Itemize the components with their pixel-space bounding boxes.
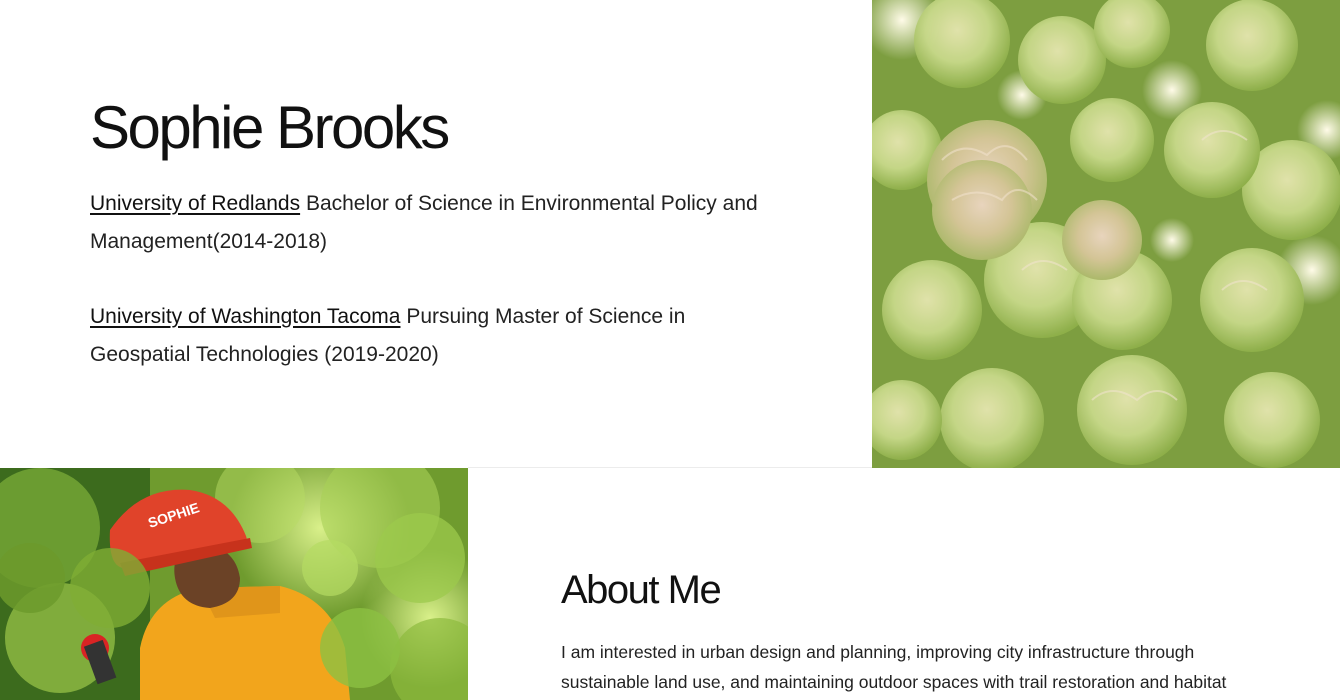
about-me-text: I am interested in urban design and plan…	[561, 642, 1227, 692]
education-entry: University of Redlands Bachelor of Scien…	[90, 185, 790, 261]
about-me-heading: About Me	[561, 568, 722, 612]
hero-section: Sophie Brooks University of Redlands Bac…	[0, 0, 872, 468]
flower-photo	[872, 0, 1340, 468]
section-divider	[468, 467, 872, 468]
trail-worker-photo: SOPHIE	[0, 468, 468, 700]
university-link[interactable]: University of Redlands	[90, 192, 300, 215]
university-link[interactable]: University of Washington Tacoma	[90, 305, 400, 328]
education-entry: University of Washington Tacoma Pursuing…	[90, 298, 790, 374]
page-title: Sophie Brooks	[90, 94, 450, 161]
trail-worker-photo-icon: SOPHIE	[0, 468, 468, 700]
flower-photo-icon	[872, 0, 1340, 468]
